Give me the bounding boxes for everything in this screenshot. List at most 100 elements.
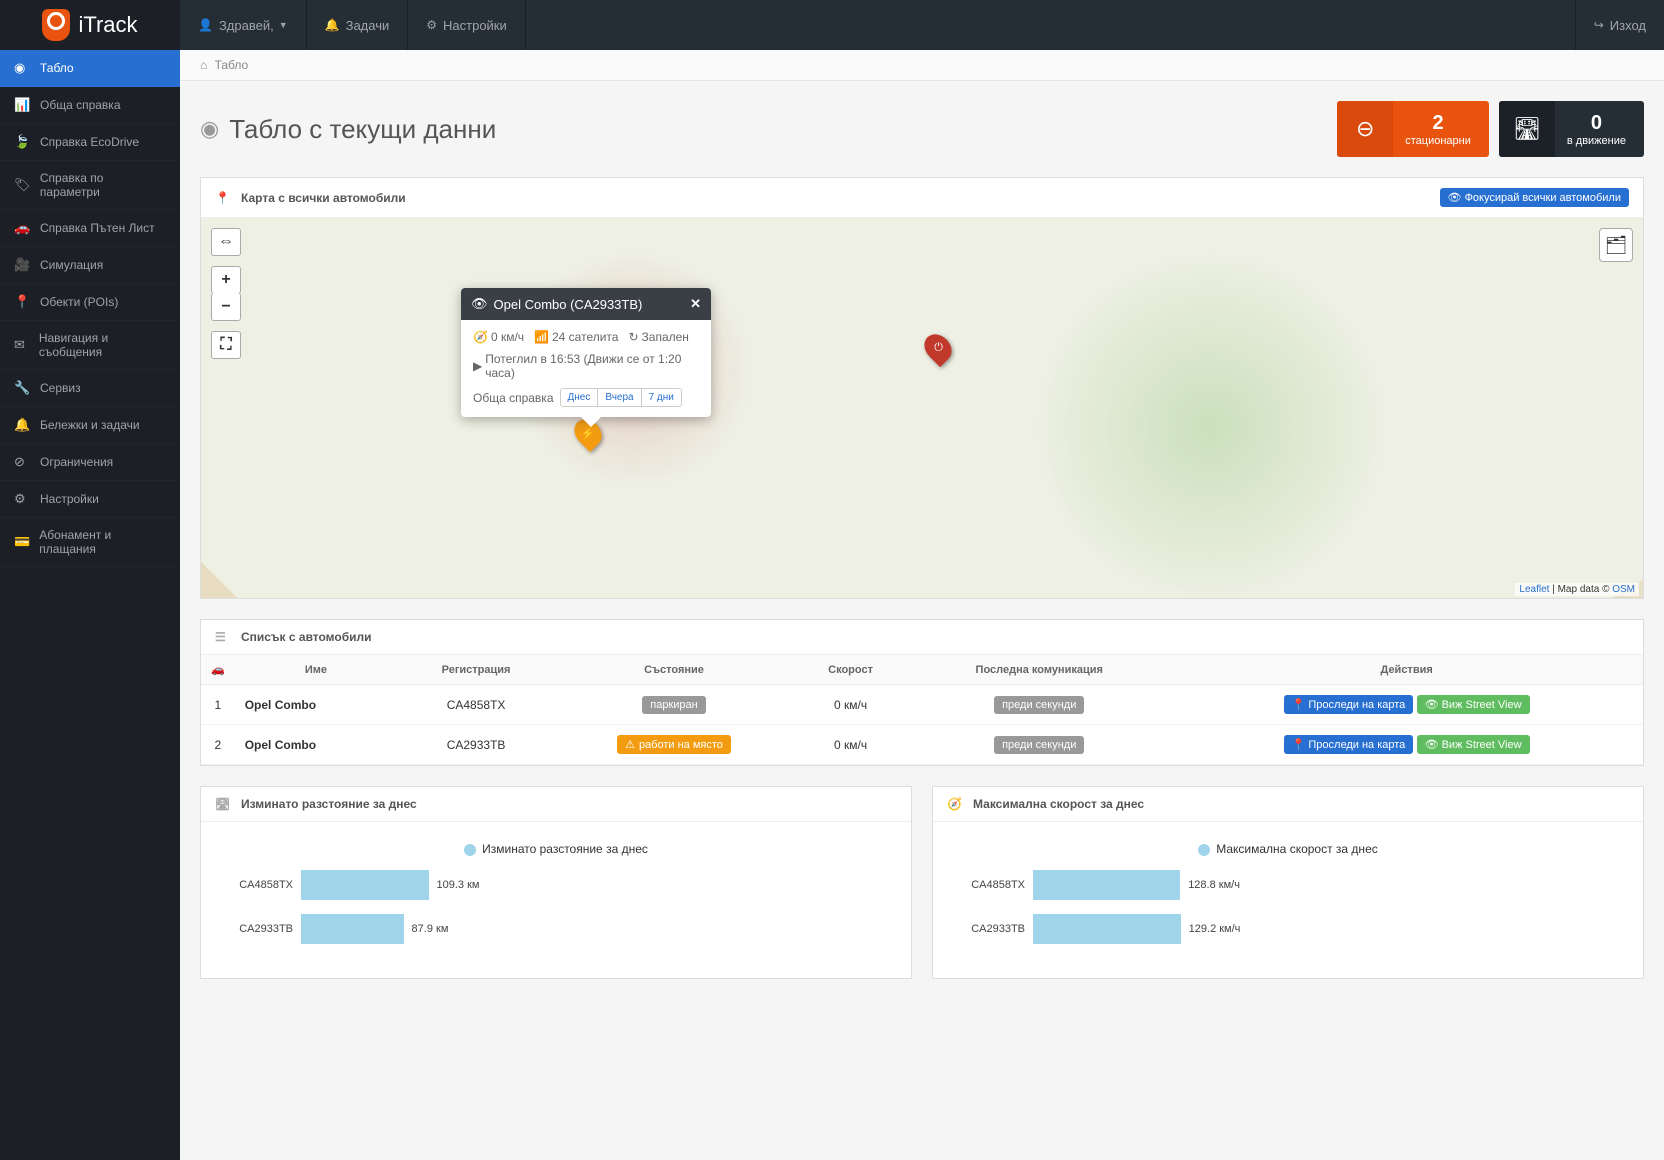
breadcrumb: ⌂ Табло <box>180 50 1664 81</box>
chart-category: CA4858TX <box>963 879 1033 891</box>
chart-value: 128.8 км/ч <box>1188 879 1240 891</box>
chart-bar <box>301 870 429 900</box>
chart-category: CA4858TX <box>231 879 301 891</box>
topnav-logout[interactable]: ↪ Изход <box>1575 0 1664 50</box>
cell-state: ⚠ работи на място <box>555 725 793 765</box>
eye-icon: 👁 <box>1425 698 1439 711</box>
street-view-button[interactable]: 👁Виж Street View <box>1417 735 1530 754</box>
chart-bar <box>301 914 404 944</box>
cell-speed: 0 км/ч <box>793 685 908 725</box>
warning-icon: ⚠ <box>625 738 635 751</box>
tile-stationary[interactable]: ⊖ 2 стационарни <box>1337 101 1489 157</box>
street-view-button[interactable]: 👁Виж Street View <box>1417 695 1530 714</box>
sidebar-item[interactable]: ⊘Ограничения <box>0 444 180 481</box>
sidebar-item-label: Справка по параметри <box>40 171 166 199</box>
cell-name: Opel Combo <box>235 725 397 765</box>
topnav-tasks[interactable]: 🔔 Задачи <box>307 0 409 50</box>
dashboard-icon: ◉ <box>200 116 219 142</box>
map[interactable]: ⇔ + − ⛶ 🗂 ⚡ ⏻ 👁 Opel Combo (CA2933TB) ✕ <box>201 218 1643 598</box>
topnav-settings[interactable]: ⚙ Настройки <box>408 0 526 50</box>
logo-mark-icon <box>42 9 70 41</box>
power-icon: ⏻ <box>934 342 943 355</box>
bolt-icon: ⚡ <box>581 427 595 440</box>
eye-icon: 👁 <box>1448 192 1462 204</box>
sidebar-item[interactable]: 💳Абонамент и плащания <box>0 518 180 567</box>
sidebar-item[interactable]: 🎥Симулация <box>0 247 180 284</box>
ref-today-button[interactable]: Днес <box>561 389 599 406</box>
cell-num: 1 <box>201 685 235 725</box>
breadcrumb-label: Табло <box>215 58 249 72</box>
focus-all-button[interactable]: 👁 Фокусирай всички автомобили <box>1440 188 1629 207</box>
sidebar-item-icon: ◉ <box>14 60 32 76</box>
sidebar-item[interactable]: 🍃Справка EcoDrive <box>0 124 180 161</box>
map-expand-button[interactable]: ⇔ <box>211 228 241 256</box>
sidebar-item[interactable]: 🔧Сервиз <box>0 370 180 407</box>
tile-moving-value: 0 <box>1567 112 1626 135</box>
cell-num: 2 <box>201 725 235 765</box>
ref-yesterday-button[interactable]: Вчера <box>598 389 641 406</box>
popup-ignition: Запален <box>642 330 689 344</box>
logo[interactable]: iTrack <box>0 0 180 50</box>
topnav-greeting[interactable]: 👤 Здравей, ▼ <box>180 0 307 50</box>
col-num: 🚗 <box>201 655 235 685</box>
col-lastcomm: Последна комуникация <box>908 655 1170 685</box>
sidebar-item-label: Справка EcoDrive <box>40 135 139 149</box>
sidebar-item-label: Симулация <box>40 258 103 272</box>
cell-lastcomm: преди секунди <box>908 685 1170 725</box>
layers-button[interactable]: 🗂 <box>1599 228 1633 262</box>
popup-departed: Потеглил в 16:53 (Движи се от 1:20 часа) <box>485 352 699 380</box>
zoom-out-button[interactable]: − <box>211 293 241 321</box>
sidebar-item-label: Бележки и задачи <box>40 418 140 432</box>
cell-speed: 0 км/ч <box>793 725 908 765</box>
sidebar-item-label: Табло <box>40 61 74 75</box>
sidebar-item[interactable]: 🔔Бележки и задачи <box>0 407 180 444</box>
gear-icon: ⚙ <box>426 18 437 32</box>
play-icon: ▶ <box>473 359 482 373</box>
cell-reg: CA2933TB <box>397 725 555 765</box>
chart-distance-legend: Изминато разстояние за днес <box>231 842 881 856</box>
leaflet-link[interactable]: Leaflet <box>1519 584 1549 595</box>
tile-moving[interactable]: 🛣 0 в движение <box>1499 101 1644 157</box>
zoom-in-button[interactable]: + <box>211 266 241 294</box>
close-icon[interactable]: ✕ <box>690 296 701 312</box>
popup-title: Opel Combo (CA2933TB) <box>494 297 643 312</box>
ref-7days-button[interactable]: 7 дни <box>642 389 681 406</box>
chart-bar-row: CA2933TB 129.2 км/ч <box>963 914 1613 944</box>
sidebar-item[interactable]: ✉Навигация и съобщения <box>0 321 180 370</box>
cell-name: Opel Combo <box>235 685 397 725</box>
gauge-icon: 🧭 <box>473 330 488 344</box>
fullscreen-button[interactable]: ⛶ <box>211 331 241 359</box>
refresh-icon: ↻ <box>628 330 638 344</box>
cell-lastcomm: преди секунди <box>908 725 1170 765</box>
sidebar-item[interactable]: 🚗Справка Пътен Лист <box>0 210 180 247</box>
sidebar-item-icon: 🚗 <box>14 220 32 236</box>
chart-category: CA2933TB <box>963 923 1033 935</box>
osm-link[interactable]: OSM <box>1612 584 1635 595</box>
sidebar-item-icon: ⚙ <box>14 491 32 507</box>
sidebar-item[interactable]: ⚙Настройки <box>0 481 180 518</box>
chart-bar-row: CA4858TX 109.3 км <box>231 870 881 900</box>
sidebar-item-icon: ⊘ <box>14 454 32 470</box>
road-icon: 🛣 <box>1499 101 1555 157</box>
sidebar-item-label: Обекти (POIs) <box>40 295 118 309</box>
col-reg: Регистрация <box>397 655 555 685</box>
track-on-map-button[interactable]: 📍Проследи на карта <box>1284 695 1414 714</box>
topnav-greeting-label: Здравей, <box>219 18 274 33</box>
sidebar-item[interactable]: 🏷Справка по параметри <box>0 161 180 210</box>
sidebar-item[interactable]: 📍Обекти (POIs) <box>0 284 180 321</box>
topnav-settings-label: Настройки <box>443 18 507 33</box>
sidebar-item-icon: ✉ <box>14 337 31 353</box>
cell-actions: 📍Проследи на карта 👁Виж Street View <box>1170 725 1643 765</box>
list-icon: ☰ <box>215 630 231 644</box>
road-icon: 🛣 <box>215 797 231 811</box>
layers-icon: 🗂 <box>1605 235 1628 256</box>
chart-value: 87.9 км <box>412 923 449 935</box>
col-name: Име <box>235 655 397 685</box>
sidebar-item-label: Сервиз <box>40 381 81 395</box>
sidebar-item[interactable]: ◉ Табло <box>0 50 180 87</box>
sidebar-item[interactable]: 📊Обща справка <box>0 87 180 124</box>
pin-icon: 📍 <box>215 191 231 205</box>
popup-satellites: 24 сателита <box>552 330 618 344</box>
track-on-map-button[interactable]: 📍Проследи на карта <box>1284 735 1414 754</box>
sidebar-item-icon: 💳 <box>14 534 31 550</box>
